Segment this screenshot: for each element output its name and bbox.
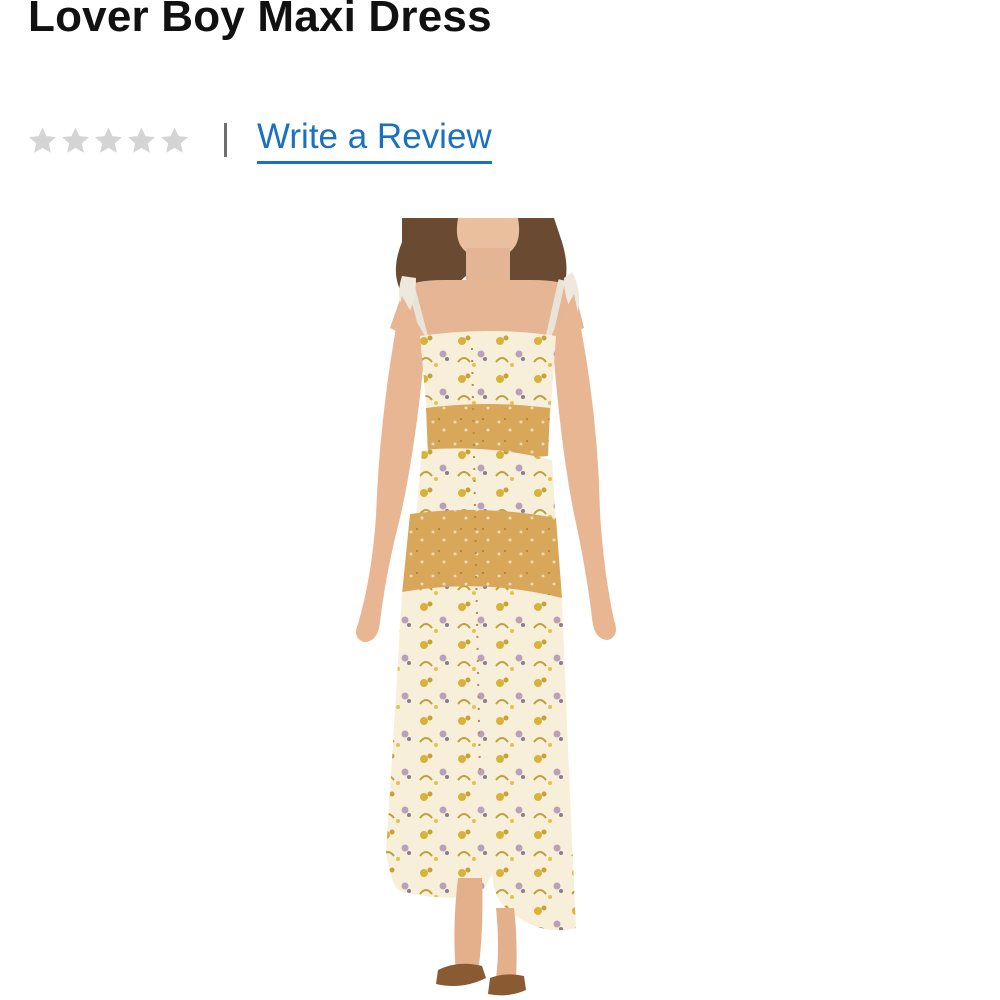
star-rating xyxy=(26,124,191,157)
product-image xyxy=(356,218,616,996)
star-icon xyxy=(161,126,188,153)
write-review-link[interactable]: Write a Review xyxy=(257,117,492,164)
product-title: Lover Boy Maxi Dress xyxy=(28,0,492,41)
star-icon xyxy=(29,126,56,153)
rating-row: Write a Review xyxy=(26,112,492,168)
rating-divider xyxy=(224,123,227,157)
star-icon xyxy=(62,126,89,153)
star-icon xyxy=(95,126,122,153)
star-icon xyxy=(128,126,155,153)
product-page: Lover Boy Maxi Dress Write a Review xyxy=(0,0,1000,1000)
